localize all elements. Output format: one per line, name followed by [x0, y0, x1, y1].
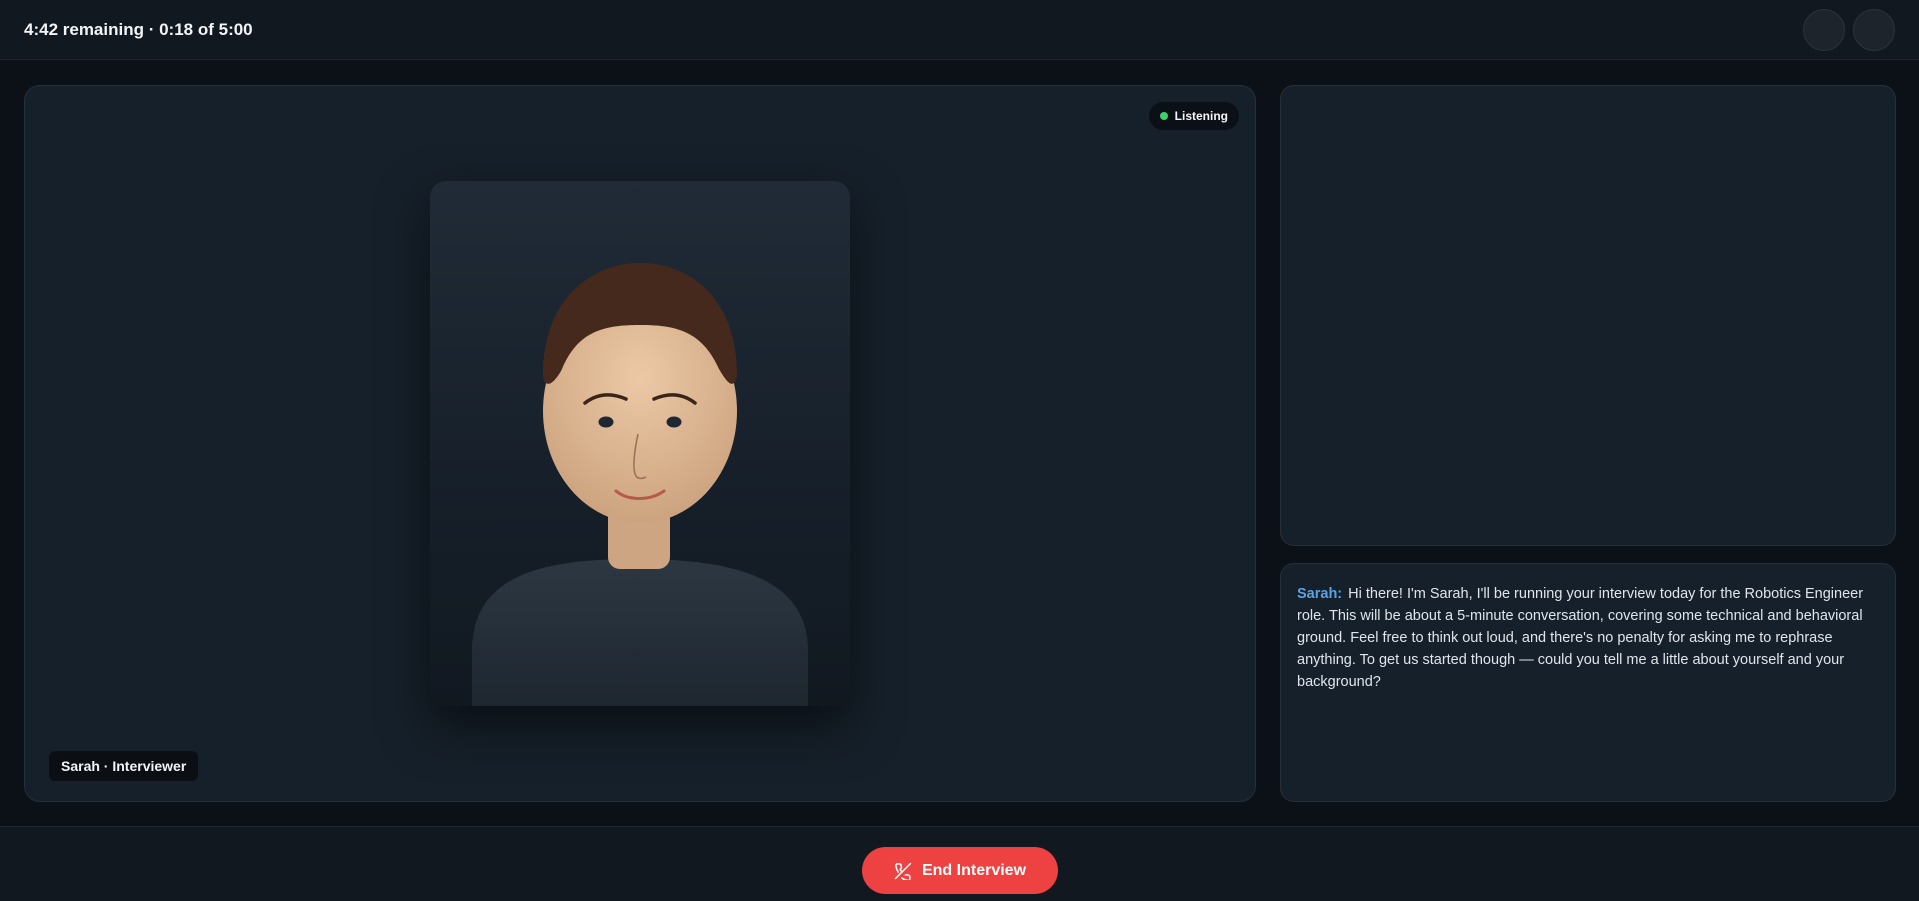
right-eye: [666, 416, 682, 428]
control-button-1[interactable]: [1803, 8, 1845, 51]
transcript-entry: Sarah: Hi there! I'm Sarah, I'll be runni…: [1297, 583, 1879, 693]
transcript-speaker: Sarah:: [1297, 586, 1343, 602]
bottom-bar: End Interview: [0, 826, 1919, 901]
transcript-panel: Sarah: Hi there! I'm Sarah, I'll be runni…: [1280, 563, 1896, 802]
status-badge: Listening: [1148, 102, 1239, 130]
candidate-video-panel: [1280, 85, 1896, 546]
top-controls: [1803, 8, 1895, 51]
interview-timer: 4:42 remaining · 0:18 of 5:00: [24, 19, 253, 39]
control-button-2[interactable]: [1853, 8, 1895, 51]
status-label: Listening: [1174, 109, 1228, 123]
end-interview-button[interactable]: End Interview: [862, 847, 1058, 894]
shirt-shape: [472, 559, 808, 706]
left-eye: [598, 416, 614, 428]
transcript-message: Hi there! I'm Sarah, I'll be running you…: [1297, 586, 1864, 690]
end-interview-label: End Interview: [921, 861, 1027, 879]
interviewer-avatar: [430, 181, 850, 706]
avatar-illustration: [472, 263, 808, 706]
status-dot-icon: [1159, 112, 1168, 120]
interviewer-name-tag: Sarah · Interviewer: [49, 751, 199, 781]
interviewer-video-panel: Listening Sarah · Interviewer: [24, 85, 1256, 802]
phone-off-icon: [894, 862, 912, 880]
top-bar: 4:42 remaining · 0:18 of 5:00: [0, 0, 1919, 60]
